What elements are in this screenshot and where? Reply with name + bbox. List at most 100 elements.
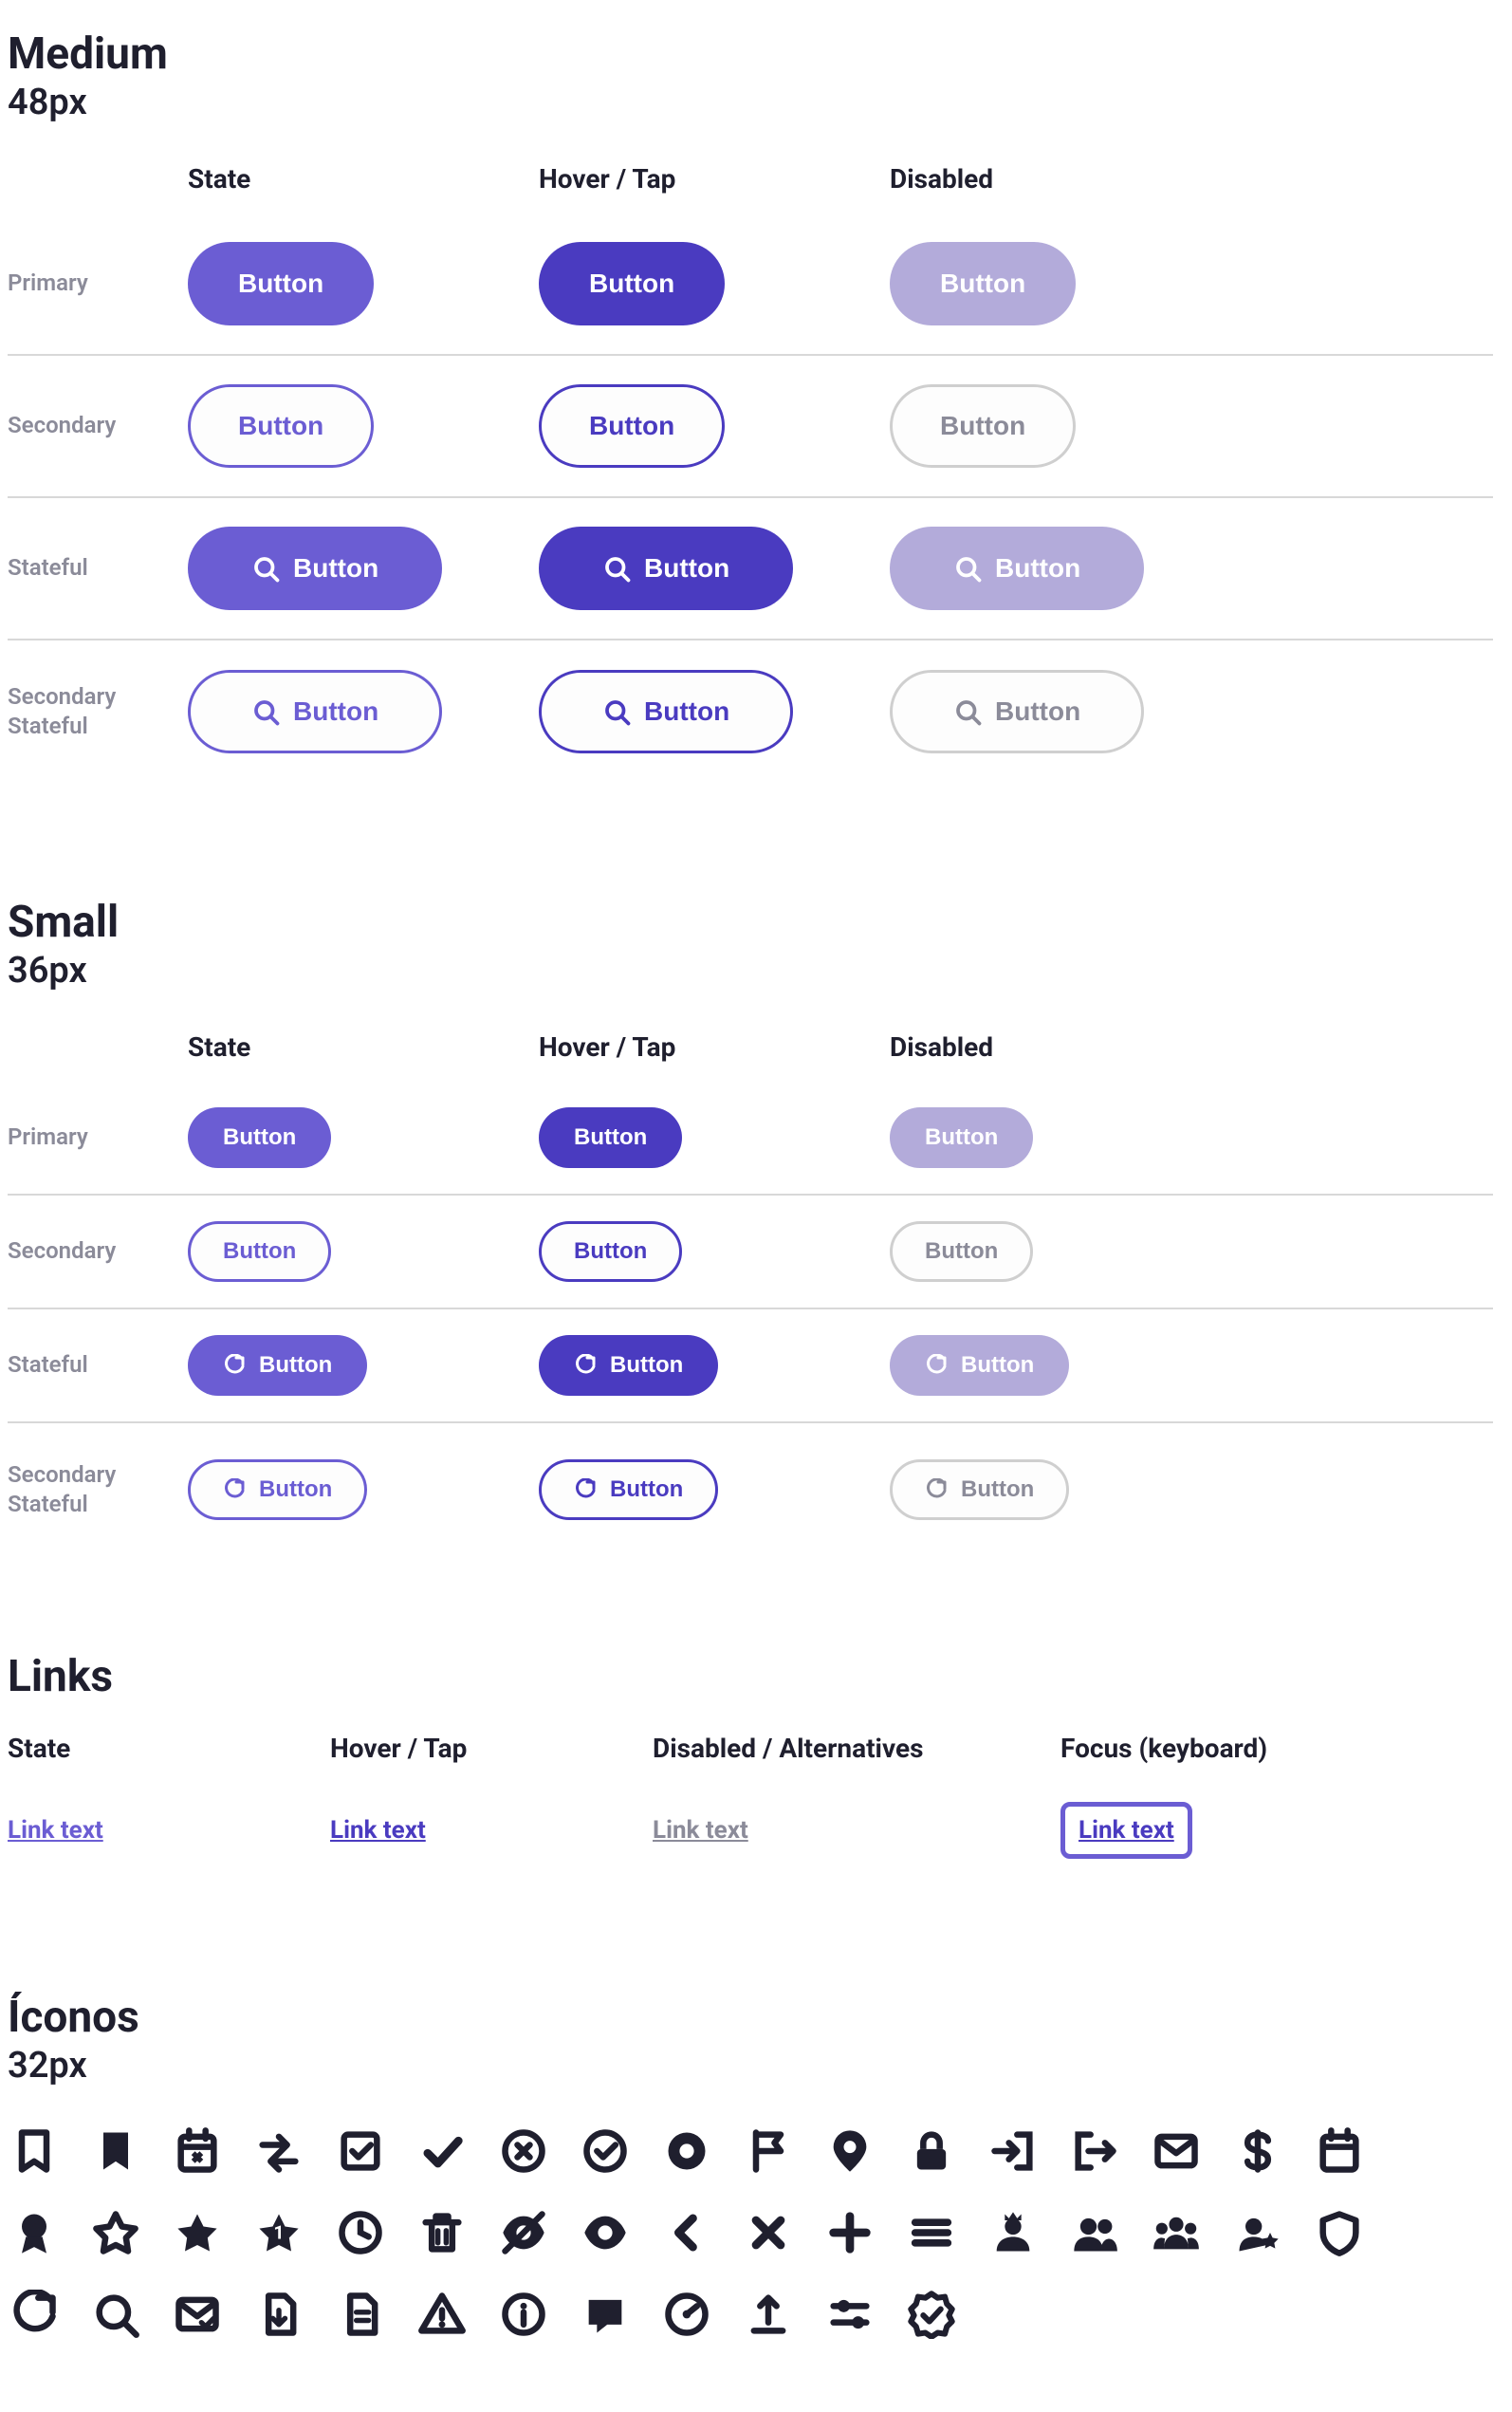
- flag-icon: [742, 2124, 795, 2178]
- stateful-button-disabled-sm: Button: [890, 1335, 1069, 1396]
- meter-icon: [660, 2288, 713, 2341]
- col-disabled: Disabled: [890, 163, 1241, 195]
- star-filled-icon: [171, 2206, 224, 2259]
- logout-icon: [1068, 2124, 1121, 2178]
- section-size-medium: 48px: [8, 82, 1493, 123]
- circle-dot-icon: [660, 2124, 713, 2178]
- search-icon: [953, 554, 982, 583]
- trash-icon: [415, 2206, 469, 2259]
- menu-icon: [905, 2206, 958, 2259]
- primary-button-hover-sm[interactable]: Button: [539, 1107, 682, 1168]
- secondary-button-hover-sm[interactable]: Button: [539, 1221, 682, 1282]
- secondary-stateful-button-state-sm[interactable]: Button: [188, 1459, 367, 1520]
- row-secondary-md: Secondary Button Button Button: [8, 356, 1493, 498]
- login-icon: [986, 2124, 1040, 2178]
- row-label-stateful: Stateful: [8, 553, 188, 583]
- row-label-primary: Primary: [8, 1123, 188, 1152]
- primary-button-state-sm[interactable]: Button: [188, 1107, 331, 1168]
- refresh-icon: [925, 1354, 948, 1377]
- col-disabled: Disabled: [890, 1031, 1241, 1063]
- search-icon: [953, 697, 982, 726]
- upload-icon: [742, 2288, 795, 2341]
- row-stateful-sm: Stateful Button Button Button: [8, 1309, 1493, 1423]
- button-label: Button: [259, 1476, 332, 1503]
- check-circle-icon: [579, 2124, 632, 2178]
- star-outline-icon: [89, 2206, 142, 2259]
- secondary-stateful-button-hover-sm[interactable]: Button: [539, 1459, 718, 1520]
- link-state[interactable]: Link text: [8, 1816, 103, 1845]
- plus-icon: [823, 2206, 876, 2259]
- icon-grid: [8, 2124, 1430, 2341]
- bookmark-filled-icon: [89, 2124, 142, 2178]
- search-icon: [251, 697, 280, 726]
- clock-icon: [334, 2206, 387, 2259]
- row-secondary-stateful-sm: Secondary Stateful Button Button Button: [8, 1423, 1493, 1556]
- stateful-button-state-md[interactable]: Button: [188, 527, 442, 610]
- button-label: Button: [961, 1352, 1034, 1379]
- row-label-secondary: Secondary: [8, 1236, 188, 1266]
- primary-button-disabled-sm: Button: [890, 1107, 1033, 1168]
- eye-off-icon: [497, 2206, 550, 2259]
- button-label: Button: [644, 696, 729, 727]
- search-icon: [89, 2288, 142, 2341]
- stateful-button-state-sm[interactable]: Button: [188, 1335, 367, 1396]
- eye-icon: [579, 2206, 632, 2259]
- calendar-x-icon: [171, 2124, 224, 2178]
- x-circle-icon: [497, 2124, 550, 2178]
- stateful-button-hover-md[interactable]: Button: [539, 527, 793, 610]
- sliders-icon: [823, 2288, 876, 2341]
- secondary-stateful-button-disabled-md: Button: [890, 670, 1144, 753]
- secondary-button-state-md[interactable]: Button: [188, 384, 374, 468]
- link-disabled: Link text: [653, 1816, 748, 1845]
- secondary-stateful-button-state-md[interactable]: Button: [188, 670, 442, 753]
- row-stateful-md: Stateful Button Button Button: [8, 498, 1493, 640]
- search-icon: [251, 554, 280, 583]
- users-group-icon: [1150, 2206, 1203, 2259]
- user-star-icon: [1231, 2206, 1284, 2259]
- mail-icon: [1150, 2124, 1203, 2178]
- link-hover[interactable]: Link text: [330, 1816, 426, 1845]
- secondary-stateful-button-hover-md[interactable]: Button: [539, 670, 793, 753]
- dollar-icon: [1231, 2124, 1284, 2178]
- refresh-icon: [223, 1478, 246, 1501]
- row-secondary-sm: Secondary Button Button Button: [8, 1196, 1493, 1309]
- link-col-state: State: [8, 1733, 330, 1764]
- link-column-headers: State Hover / Tap Disabled / Alternative…: [8, 1704, 1493, 1802]
- button-column-headers-medium: State Hover / Tap Disabled: [8, 152, 1493, 213]
- secondary-button-state-sm[interactable]: Button: [188, 1221, 331, 1282]
- secondary-button-disabled-sm: Button: [890, 1221, 1033, 1282]
- user-crown-icon: [986, 2206, 1040, 2259]
- row-primary-md: Primary Button Button Button: [8, 213, 1493, 356]
- checkbox-icon: [334, 2124, 387, 2178]
- section-title-icons: Íconos: [8, 1992, 1493, 2043]
- lock-icon: [905, 2124, 958, 2178]
- map-pin-icon: [823, 2124, 876, 2178]
- check-icon: [415, 2124, 469, 2178]
- row-label-stateful: Stateful: [8, 1350, 188, 1380]
- secondary-button-hover-md[interactable]: Button: [539, 384, 725, 468]
- x-icon: [742, 2206, 795, 2259]
- warning-triangle-icon: [415, 2288, 469, 2341]
- row-secondary-stateful-md: Secondary Stateful Button Button Button: [8, 640, 1493, 783]
- button-label: Button: [995, 696, 1080, 727]
- link-col-hover: Hover / Tap: [330, 1733, 653, 1764]
- stateful-button-disabled-md: Button: [890, 527, 1144, 610]
- search-icon: [602, 697, 631, 726]
- link-col-disabled: Disabled / Alternatives: [653, 1733, 1060, 1764]
- button-column-headers-small: State Hover / Tap Disabled: [8, 1020, 1493, 1082]
- col-hover: Hover / Tap: [539, 1031, 890, 1063]
- swap-horizontal-icon: [252, 2124, 305, 2178]
- row-label-secondary: Secondary: [8, 411, 188, 440]
- primary-button-state-md[interactable]: Button: [188, 242, 374, 325]
- envelope-check-icon: [171, 2288, 224, 2341]
- button-label: Button: [644, 553, 729, 584]
- bookmark-outline-icon: [8, 2124, 61, 2178]
- section-size-small: 36px: [8, 950, 1493, 992]
- section-title-links: Links: [8, 1651, 1493, 1702]
- refresh-icon: [574, 1478, 597, 1501]
- col-hover: Hover / Tap: [539, 163, 890, 195]
- section-size-icons: 32px: [8, 2045, 1493, 2087]
- primary-button-hover-md[interactable]: Button: [539, 242, 725, 325]
- link-focus[interactable]: Link text: [1060, 1802, 1192, 1859]
- stateful-button-hover-sm[interactable]: Button: [539, 1335, 718, 1396]
